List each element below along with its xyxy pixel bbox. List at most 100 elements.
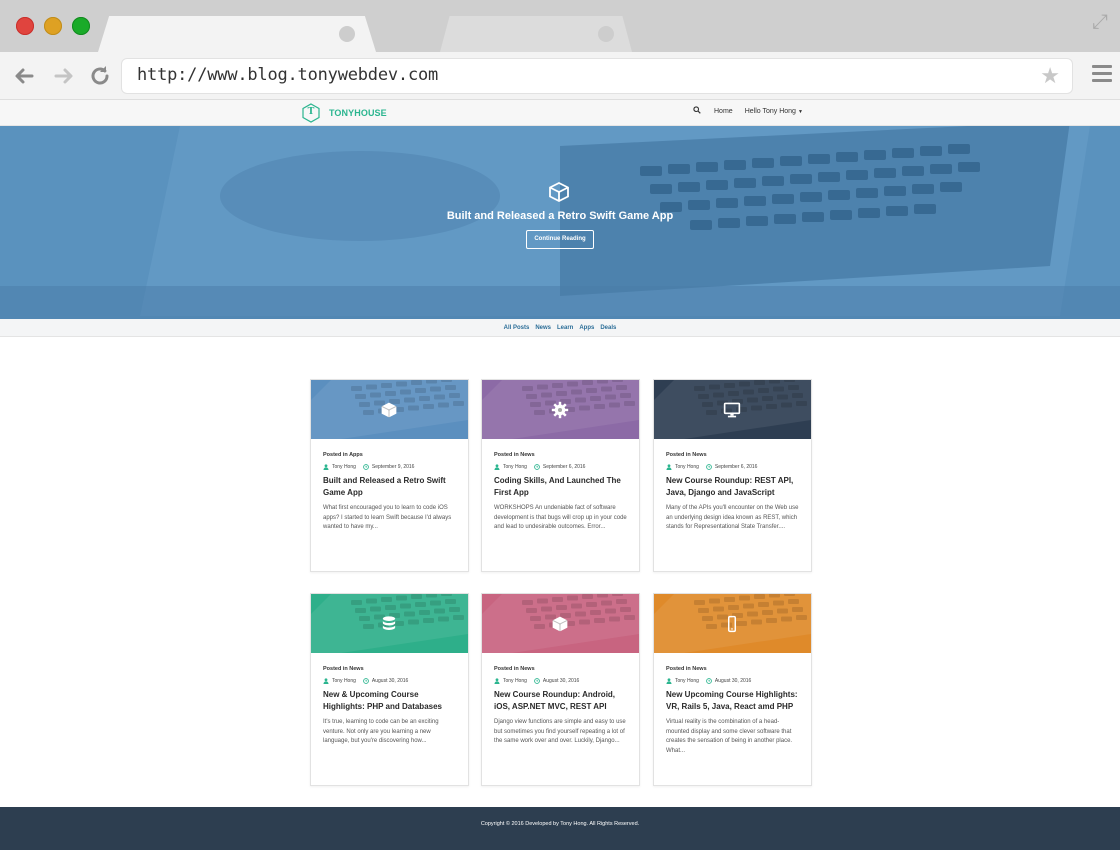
post-thumbnail[interactable] (311, 594, 468, 653)
category-nav: All Posts News Learn Apps Deals (0, 319, 1120, 337)
clock-icon (706, 678, 712, 684)
clock-icon (363, 678, 369, 684)
user-icon (666, 678, 672, 684)
category-apps[interactable]: Apps (579, 325, 594, 331)
post-title[interactable]: New Course Roundup: Android, iOS, ASP.NE… (494, 689, 628, 713)
post-body: Posted in News Tony Hong August 30, 2016… (666, 666, 800, 756)
post-author[interactable]: Tony Hong (503, 678, 527, 684)
post-author[interactable]: Tony Hong (675, 678, 699, 684)
clock-icon (363, 464, 369, 470)
logo-letter: T (307, 107, 315, 117)
post-thumbnail[interactable] (654, 380, 811, 439)
gear-icon (551, 401, 569, 419)
post-date: August 30, 2016 (714, 678, 752, 684)
post-author[interactable]: Tony Hong (332, 678, 356, 684)
browser-tab-active[interactable] (98, 16, 376, 52)
post-thumbnail[interactable] (654, 594, 811, 653)
post-title[interactable]: Coding Skills, And Launched The First Ap… (494, 475, 628, 499)
database-icon (380, 615, 398, 633)
address-bar[interactable]: http://www.blog.tonywebdev.com ★ (122, 59, 1072, 93)
browser-titlebar: ⤢ (0, 0, 1120, 52)
post-category[interactable]: Posted in News (666, 666, 800, 672)
post-card[interactable]: Posted in News Tony Hong August 30, 2016… (481, 593, 640, 786)
post-date: September 6, 2016 (542, 464, 586, 470)
post-thumbnail[interactable] (311, 380, 468, 439)
post-meta: Tony Hong August 30, 2016 (494, 678, 628, 684)
cube-icon (548, 181, 570, 203)
site-nav: Home Hello Tony Hong ▼ (693, 106, 803, 116)
post-title[interactable]: New & Upcoming Course Highlights: PHP an… (323, 689, 457, 713)
user-icon (323, 678, 329, 684)
user-icon (494, 464, 500, 470)
post-card[interactable]: Posted in News Tony Hong September 6, 20… (653, 379, 812, 572)
category-news[interactable]: News (535, 325, 551, 331)
post-category[interactable]: Posted in News (494, 666, 628, 672)
search-icon[interactable] (693, 106, 703, 116)
post-meta: Tony Hong August 30, 2016 (666, 678, 800, 684)
post-card[interactable]: Posted in News Tony Hong September 6, 20… (481, 379, 640, 572)
hero-banner: Built and Released a Retro Swift Game Ap… (0, 126, 1120, 319)
caret-down-icon: ▼ (797, 108, 803, 115)
post-title[interactable]: New Course Roundup: REST API, Java, Djan… (666, 475, 800, 499)
post-author[interactable]: Tony Hong (675, 464, 699, 470)
minimize-window-button[interactable] (44, 17, 62, 35)
site-name: TONYHOUSE (329, 108, 387, 118)
post-category[interactable]: Posted in News (323, 666, 457, 672)
post-meta: Tony Hong September 9, 2016 (323, 464, 457, 470)
post-category[interactable]: Posted in News (494, 452, 628, 458)
post-meta: Tony Hong September 6, 2016 (666, 464, 800, 470)
post-excerpt: WORKSHOPS An undeniable fact of software… (494, 505, 627, 530)
category-all-posts[interactable]: All Posts (504, 325, 530, 331)
post-card[interactable]: Posted in News Tony Hong August 30, 2016… (653, 593, 812, 786)
tab-close-icon[interactable] (598, 26, 614, 42)
post-meta: Tony Hong August 30, 2016 (323, 678, 457, 684)
category-learn[interactable]: Learn (557, 325, 573, 331)
browser-tab-inactive[interactable] (440, 16, 632, 52)
maximize-window-button[interactable] (72, 17, 90, 35)
post-body: Posted in News Tony Hong August 30, 2016… (323, 666, 457, 747)
cube-icon (380, 401, 398, 419)
post-category[interactable]: Posted in News (666, 452, 800, 458)
post-title[interactable]: New Upcoming Course Highlights: VR, Rail… (666, 689, 800, 713)
category-deals[interactable]: Deals (600, 325, 616, 331)
post-date: August 30, 2016 (542, 678, 580, 684)
user-menu[interactable]: Hello Tony Hong ▼ (745, 108, 803, 115)
post-meta: Tony Hong September 6, 2016 (494, 464, 628, 470)
clock-icon (534, 464, 540, 470)
post-excerpt: Many of the APIs you'll encounter on the… (666, 505, 799, 530)
post-thumbnail[interactable] (482, 594, 639, 653)
browser-menu-icon[interactable] (1092, 65, 1112, 85)
site-footer: Copyright © 2016 Developed by Tony Hong.… (0, 807, 1120, 850)
nav-link-home[interactable]: Home (714, 108, 733, 115)
user-icon (494, 678, 500, 684)
fullscreen-icon[interactable]: ⤢ (1088, 10, 1112, 34)
bookmark-star-icon[interactable]: ★ (1040, 63, 1060, 89)
post-excerpt: Django view functions are simple and eas… (494, 719, 626, 744)
post-date: August 30, 2016 (371, 678, 409, 684)
reload-icon[interactable] (86, 62, 114, 90)
post-title[interactable]: Built and Released a Retro Swift Game Ap… (323, 475, 457, 499)
post-body: Posted in News Tony Hong September 6, 20… (666, 452, 800, 533)
clock-icon (706, 464, 712, 470)
continue-reading-button[interactable]: Continue Reading (526, 230, 594, 249)
forward-arrow-icon[interactable] (50, 62, 78, 90)
user-icon (666, 464, 672, 470)
mobile-icon (723, 615, 741, 633)
back-arrow-icon[interactable] (10, 62, 38, 90)
site-header: T TONYHOUSE Home Hello Tony Hong ▼ (0, 100, 1120, 126)
post-category[interactable]: Posted in Apps (323, 452, 457, 458)
site-logo[interactable]: T TONYHOUSE (302, 103, 387, 123)
post-card[interactable]: Posted in Apps Tony Hong September 9, 20… (310, 379, 469, 572)
post-author[interactable]: Tony Hong (503, 464, 527, 470)
post-body: Posted in News Tony Hong August 30, 2016… (494, 666, 628, 747)
post-card[interactable]: Posted in News Tony Hong August 30, 2016… (310, 593, 469, 786)
hero-title: Built and Released a Retro Swift Game Ap… (446, 210, 674, 222)
post-excerpt: It's true, learning to code can be an ex… (323, 719, 439, 744)
desktop-icon (723, 401, 741, 419)
post-author[interactable]: Tony Hong (332, 464, 356, 470)
hero-background-image (0, 126, 1120, 319)
tab-close-icon[interactable] (339, 26, 355, 42)
logo-hexagon-icon: T (302, 103, 320, 123)
close-window-button[interactable] (16, 17, 34, 35)
post-thumbnail[interactable] (482, 380, 639, 439)
